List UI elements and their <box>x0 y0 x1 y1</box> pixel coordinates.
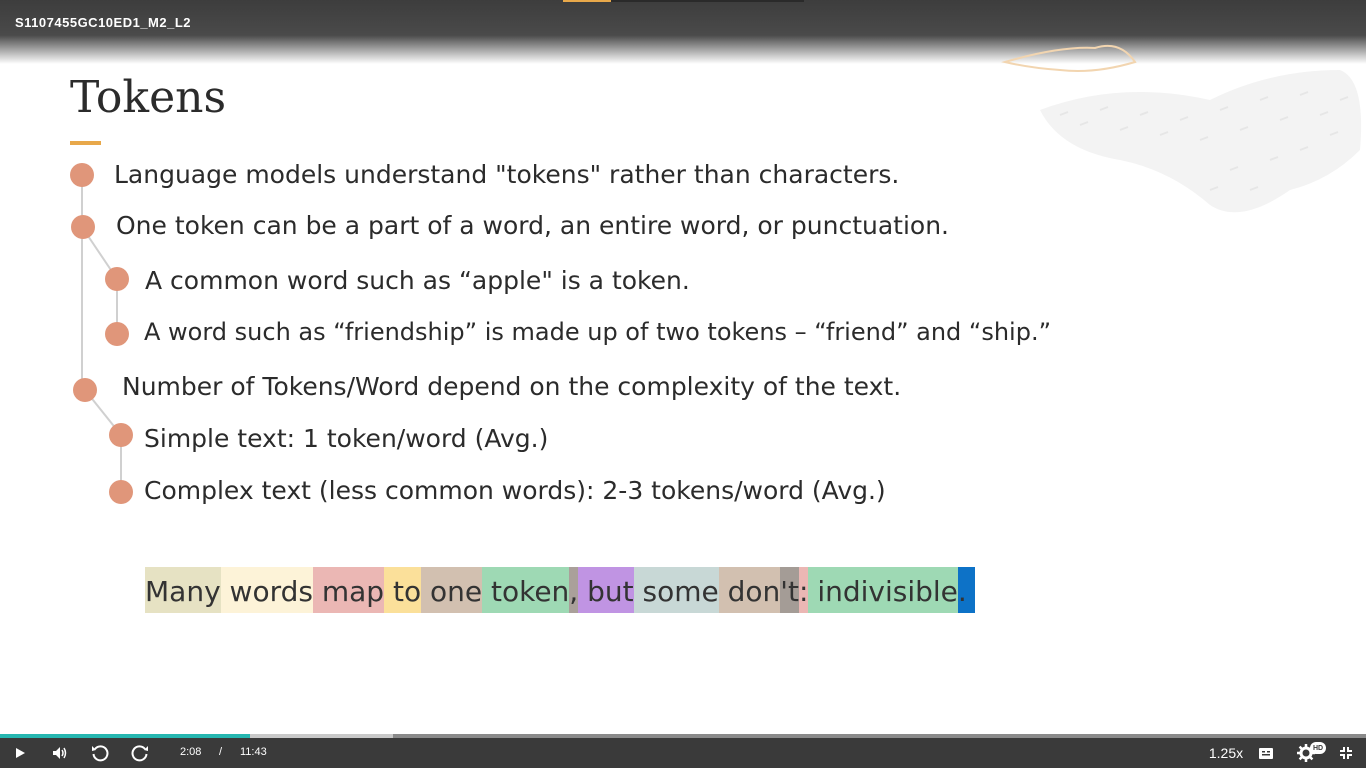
token-chip: to <box>384 567 422 613</box>
token-example: Many words map to one token, but some do… <box>145 567 975 613</box>
bullet-dot <box>109 480 133 504</box>
top-indicator <box>563 0 611 2</box>
replay-button[interactable] <box>88 741 112 765</box>
forward-icon <box>131 745 148 762</box>
bullet-dot <box>105 322 129 346</box>
token-chip: words <box>220 567 313 613</box>
top-indicator-track <box>611 0 804 2</box>
token-chip: token <box>482 567 570 613</box>
bullet-dot <box>109 423 133 447</box>
token-chip: Many <box>145 567 221 613</box>
token-chip: but <box>578 567 634 613</box>
volume-icon <box>53 747 67 759</box>
bullet-text: Simple text: 1 token/word (Avg.) <box>144 424 549 453</box>
bullet-text: A common word such as “apple" is a token… <box>145 266 690 295</box>
token-chip: don <box>718 567 781 613</box>
token-chip: 't <box>780 567 799 613</box>
bullet-dot <box>73 378 97 402</box>
token-chip: , <box>569 567 579 613</box>
token-chip: map <box>312 567 385 613</box>
bullet-text: One token can be a part of a word, an en… <box>116 211 950 240</box>
bullet-text: Language models understand "tokens" rath… <box>114 160 900 189</box>
bullet-text: A word such as “friendship” is made up o… <box>144 318 1052 346</box>
play-button[interactable] <box>10 744 30 762</box>
duration: 11:43 <box>240 746 267 758</box>
fullscreen-icon <box>1340 747 1352 759</box>
token-chip: : <box>798 567 809 613</box>
bullet-text: Number of Tokens/Word depend on the comp… <box>122 372 902 401</box>
captions-button[interactable] <box>1257 745 1275 761</box>
play-icon <box>16 748 25 758</box>
hd-badge: HD <box>1310 742 1326 754</box>
time-separator: / <box>219 746 223 758</box>
token-chip: some <box>633 567 719 613</box>
replay-icon <box>92 745 109 762</box>
fullscreen-button[interactable] <box>1338 745 1354 761</box>
bullet-dot <box>70 163 94 187</box>
bullet-text: Complex text (less common words): 2-3 to… <box>144 476 886 505</box>
bullet-dot <box>71 215 95 239</box>
bullet-dot <box>105 267 129 291</box>
token-chip: . <box>957 567 975 613</box>
progress-played <box>0 734 250 738</box>
decorative-background-art <box>1001 44 1362 213</box>
current-time: 2:08 <box>180 746 202 758</box>
captions-icon <box>1259 747 1273 759</box>
player-controls-bar <box>0 735 1366 768</box>
playback-speed-button[interactable]: 1.25x <box>1203 743 1249 763</box>
token-chip: indivisible <box>808 567 958 613</box>
forward-button[interactable] <box>128 741 152 765</box>
volume-button[interactable] <box>49 744 71 762</box>
token-chip: one <box>421 567 483 613</box>
